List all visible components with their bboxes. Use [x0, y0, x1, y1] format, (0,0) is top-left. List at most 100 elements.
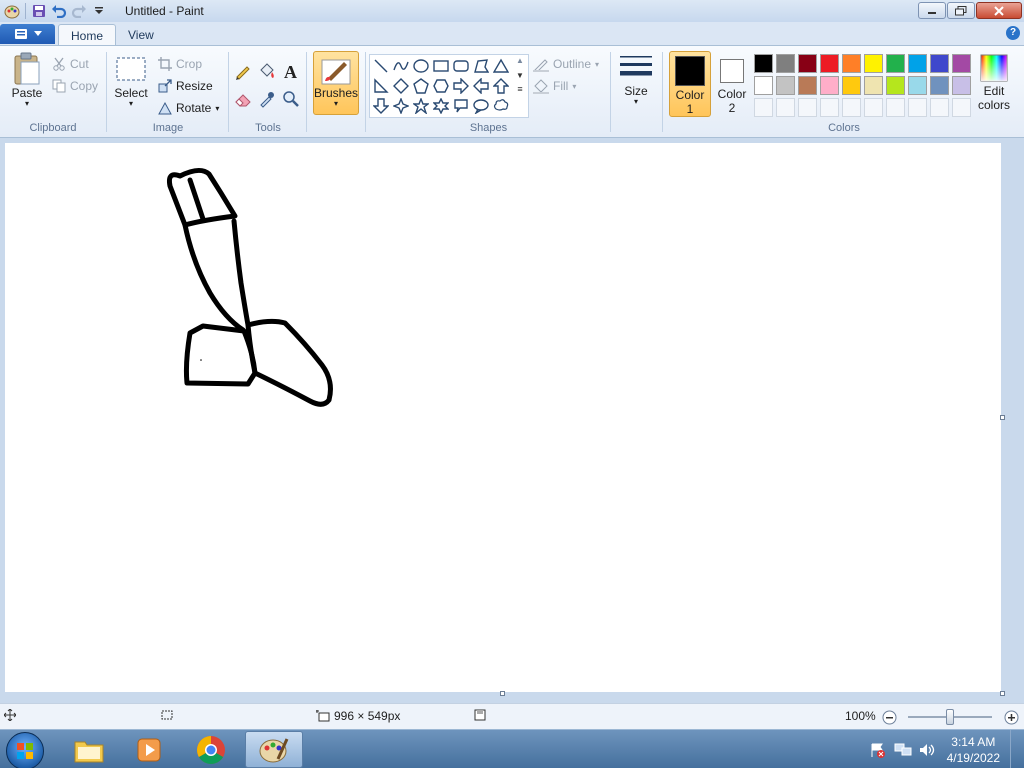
palette-color-swatch[interactable]: [776, 76, 795, 95]
taskbar-media-player[interactable]: [120, 731, 178, 768]
zoom-in-button[interactable]: [1004, 710, 1019, 725]
curve-shape-icon[interactable]: [391, 56, 411, 76]
palette-color-swatch[interactable]: [908, 54, 927, 73]
edit-colors-button[interactable]: Edit colors: [974, 54, 1014, 112]
fill-button[interactable]: Fill ▾: [533, 76, 576, 96]
help-icon[interactable]: ?: [1006, 26, 1020, 40]
paste-dropdown-arrow[interactable]: ▾: [25, 100, 29, 108]
polygon-shape-icon[interactable]: [471, 56, 491, 76]
palette-color-swatch[interactable]: [886, 76, 905, 95]
palette-custom-slot[interactable]: [930, 98, 949, 117]
resize-button[interactable]: Resize: [158, 76, 213, 96]
six-point-star-shape-icon[interactable]: [431, 96, 451, 116]
shapes-scrollbar[interactable]: ▲ ▼ ≡: [513, 56, 527, 116]
five-point-star-shape-icon[interactable]: [411, 96, 431, 116]
show-desktop-button[interactable]: [1010, 730, 1024, 768]
palette-custom-slot[interactable]: [798, 98, 817, 117]
cloud-callout-shape-icon[interactable]: [491, 96, 511, 116]
oval-shape-icon[interactable]: [411, 56, 431, 76]
palette-color-swatch[interactable]: [908, 76, 927, 95]
color2-button[interactable]: Color 2: [713, 55, 751, 115]
action-center-flag-icon[interactable]: [870, 742, 886, 761]
fill-icon[interactable]: [256, 60, 278, 82]
right-triangle-shape-icon[interactable]: [371, 76, 391, 96]
resize-handle-corner[interactable]: [1000, 691, 1005, 696]
undo-icon[interactable]: [49, 1, 69, 21]
brushes-button[interactable]: Brushes ▾: [313, 51, 359, 115]
palette-color-swatch[interactable]: [864, 54, 883, 73]
four-point-star-shape-icon[interactable]: [391, 96, 411, 116]
brushes-dropdown-arrow[interactable]: ▾: [334, 100, 338, 108]
clock[interactable]: 3:14 AM 4/19/2022: [947, 734, 1000, 766]
palette-color-swatch[interactable]: [864, 76, 883, 95]
palette-color-swatch[interactable]: [798, 54, 817, 73]
outline-dropdown-arrow[interactable]: ▾: [595, 60, 599, 69]
palette-color-swatch[interactable]: [798, 76, 817, 95]
zoom-slider-thumb[interactable]: [946, 709, 954, 725]
crop-button[interactable]: Crop: [158, 54, 202, 74]
tab-view[interactable]: View: [116, 24, 166, 45]
taskbar-paint[interactable]: [245, 731, 303, 768]
palette-color-swatch[interactable]: [930, 54, 949, 73]
oval-callout-shape-icon[interactable]: [471, 96, 491, 116]
minimize-button[interactable]: [918, 2, 946, 19]
rotate-dropdown-arrow[interactable]: ▾: [215, 104, 219, 113]
palette-custom-slot[interactable]: [820, 98, 839, 117]
palette-color-swatch[interactable]: [886, 54, 905, 73]
palette-color-swatch[interactable]: [776, 54, 795, 73]
line-shape-icon[interactable]: [371, 56, 391, 76]
rectangle-shape-icon[interactable]: [431, 56, 451, 76]
rounded-callout-shape-icon[interactable]: [451, 96, 471, 116]
palette-color-swatch[interactable]: [952, 76, 971, 95]
outline-button[interactable]: Outline ▾: [533, 54, 599, 74]
palette-color-swatch[interactable]: [930, 76, 949, 95]
start-button[interactable]: [6, 732, 44, 768]
palette-custom-slot[interactable]: [842, 98, 861, 117]
palette-custom-slot[interactable]: [864, 98, 883, 117]
scroll-up-icon[interactable]: ▲: [513, 56, 527, 65]
palette-custom-slot[interactable]: [908, 98, 927, 117]
palette-custom-slot[interactable]: [776, 98, 795, 117]
palette-color-swatch[interactable]: [820, 76, 839, 95]
palette-color-swatch[interactable]: [842, 54, 861, 73]
volume-icon[interactable]: [918, 742, 936, 761]
triangle-shape-icon[interactable]: [491, 56, 511, 76]
palette-color-swatch[interactable]: [754, 76, 773, 95]
up-arrow-shape-icon[interactable]: [491, 76, 511, 96]
scroll-down-icon[interactable]: ▼: [513, 71, 527, 80]
customize-qat-icon[interactable]: [89, 1, 109, 21]
palette-color-swatch[interactable]: [820, 54, 839, 73]
left-arrow-shape-icon[interactable]: [471, 76, 491, 96]
palette-custom-slot[interactable]: [952, 98, 971, 117]
diamond-shape-icon[interactable]: [391, 76, 411, 96]
shapes-more-icon[interactable]: ≡: [513, 84, 527, 94]
down-arrow-shape-icon[interactable]: [371, 96, 391, 116]
rotate-button[interactable]: Rotate ▾: [158, 98, 219, 118]
paint-menu-button[interactable]: [0, 24, 55, 44]
rounded-rectangle-shape-icon[interactable]: [451, 56, 471, 76]
taskbar-chrome[interactable]: [182, 731, 240, 768]
resize-handle-right[interactable]: [1000, 415, 1005, 420]
cut-button[interactable]: Cut: [52, 54, 89, 74]
zoom-out-button[interactable]: [882, 710, 897, 725]
tab-home[interactable]: Home: [58, 24, 117, 45]
restore-button[interactable]: [947, 2, 975, 19]
text-icon[interactable]: A: [280, 60, 302, 82]
size-dropdown-arrow[interactable]: ▾: [634, 98, 638, 106]
paint-app-icon[interactable]: [2, 1, 22, 21]
palette-custom-slot[interactable]: [886, 98, 905, 117]
palette-color-swatch[interactable]: [754, 54, 773, 73]
resize-handle-bottom[interactable]: [500, 691, 505, 696]
save-icon[interactable]: [29, 1, 49, 21]
palette-color-swatch[interactable]: [952, 54, 971, 73]
taskbar-file-explorer[interactable]: [60, 731, 118, 768]
pencil-icon[interactable]: [232, 60, 254, 82]
select-button[interactable]: Select ▾: [114, 56, 148, 108]
size-button[interactable]: Size ▾: [617, 52, 655, 106]
copy-button[interactable]: Copy: [52, 76, 98, 96]
redo-icon[interactable]: [69, 1, 89, 21]
select-dropdown-arrow[interactable]: ▾: [129, 100, 133, 108]
palette-custom-slot[interactable]: [754, 98, 773, 117]
hexagon-shape-icon[interactable]: [431, 76, 451, 96]
close-button[interactable]: [976, 2, 1022, 19]
